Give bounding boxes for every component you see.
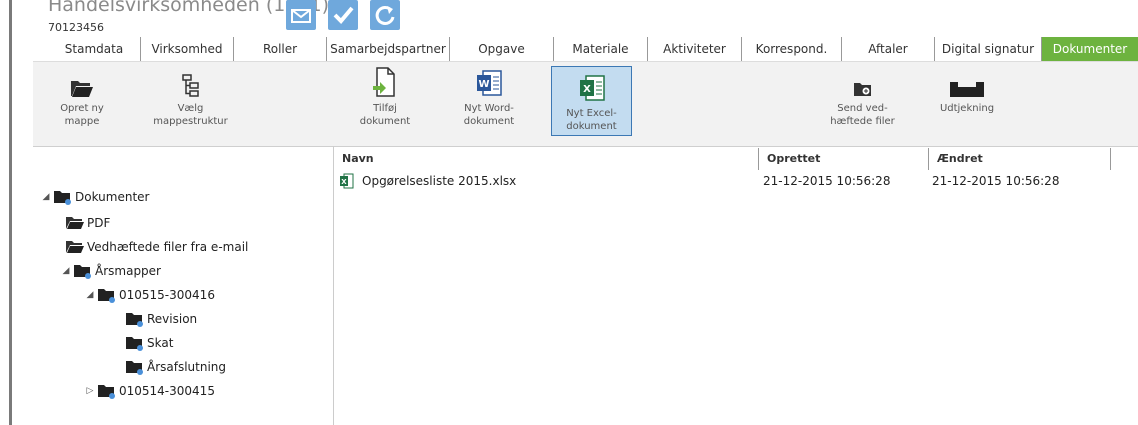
excel-icon: X bbox=[552, 67, 631, 103]
tab-samarbejdspartner[interactable]: Samarbejdspartner bbox=[327, 37, 450, 61]
folder-tree: ◢ Dokumenter PDF Vedhæftede filer fra e-… bbox=[33, 146, 334, 425]
tree-node-arsafslutning[interactable]: Årsafslutning bbox=[125, 356, 226, 378]
add-document-label-1: Tilføj bbox=[373, 103, 397, 114]
tree-node-dokumenter[interactable]: ◢ Dokumenter bbox=[39, 186, 149, 208]
tree-node-period2[interactable]: ▷ 010514-300415 bbox=[83, 380, 215, 402]
checkmark-icon[interactable] bbox=[328, 0, 358, 30]
cell-name: X Opgørelsesliste 2015.xlsx bbox=[340, 170, 755, 192]
excel-file-icon: X bbox=[340, 173, 354, 189]
tree-node-pdf[interactable]: PDF bbox=[65, 212, 110, 234]
choose-structure-label-2: mappestruktur bbox=[153, 116, 228, 127]
tab-materiale[interactable]: Materiale bbox=[554, 37, 648, 61]
add-document-button[interactable]: Tilføj dokument bbox=[349, 62, 421, 138]
new-excel-button[interactable]: X Nyt Excel- dokument bbox=[551, 66, 632, 136]
folder-icon bbox=[126, 337, 143, 351]
collapse-icon[interactable]: ◢ bbox=[39, 186, 53, 208]
tree-label-pdf: PDF bbox=[87, 216, 111, 230]
document-grid: Navn Oprettet Ændret X Opgørelsesliste 2… bbox=[334, 146, 1138, 425]
tree-label-period1: 010515-300416 bbox=[119, 288, 215, 302]
tab-dokumenter[interactable]: Dokumenter bbox=[1042, 37, 1138, 68]
folder-open-icon bbox=[66, 217, 84, 229]
tree-label-period2: 010514-300415 bbox=[119, 384, 215, 398]
column-header-created[interactable]: Oprettet bbox=[759, 148, 929, 170]
tree-node-period1[interactable]: ◢ 010515-300416 bbox=[83, 284, 215, 306]
cell-created: 21-12-2015 10:56:28 bbox=[763, 174, 891, 188]
collapse-icon[interactable]: ◢ bbox=[59, 260, 73, 282]
tab-roller[interactable]: Roller bbox=[234, 37, 327, 61]
add-document-label-2: dokument bbox=[359, 116, 411, 127]
tab-aftaler[interactable]: Aftaler bbox=[842, 37, 935, 61]
column-header-modified[interactable]: Ændret bbox=[929, 148, 1111, 170]
send-attached-label-1: Send ved- bbox=[837, 103, 888, 114]
column-header-name[interactable]: Navn bbox=[334, 148, 759, 170]
tree-node-skat[interactable]: Skat bbox=[125, 332, 173, 354]
choose-structure-button[interactable]: Vælg mappestruktur bbox=[143, 62, 238, 138]
folder-open-icon bbox=[47, 62, 117, 98]
new-word-label-2: dokument bbox=[463, 116, 515, 127]
tree-node-arsmapper[interactable]: ◢ Årsmapper bbox=[59, 260, 161, 282]
collapse-icon[interactable]: ◢ bbox=[83, 284, 97, 306]
tree-node-email[interactable]: Vedhæftede filer fra e-mail bbox=[65, 236, 248, 258]
new-folder-button[interactable]: Opret ny mappe bbox=[47, 62, 117, 138]
folder-open-icon bbox=[66, 241, 84, 253]
new-folder-label-2: mappe bbox=[64, 116, 100, 127]
expand-icon[interactable]: ▷ bbox=[83, 380, 97, 402]
send-files-icon bbox=[815, 62, 910, 98]
folder-icon bbox=[98, 385, 115, 399]
tree-label-email: Vedhæftede filer fra e-mail bbox=[87, 240, 249, 254]
word-icon: W bbox=[451, 62, 527, 98]
send-attached-button[interactable]: Send ved- hæftede filer bbox=[815, 62, 910, 138]
mail-icon[interactable] bbox=[286, 0, 316, 30]
new-excel-label-2: dokument bbox=[566, 121, 617, 132]
svg-text:X: X bbox=[583, 84, 591, 95]
tree-node-revision[interactable]: Revision bbox=[125, 308, 197, 330]
tree-label-revision: Revision bbox=[147, 312, 198, 326]
checkout-button[interactable]: Udtjekning bbox=[927, 62, 1007, 138]
tab-korrespond[interactable]: Korrespond. bbox=[742, 37, 842, 61]
window-left-border bbox=[9, 0, 12, 425]
new-word-button[interactable]: W Nyt Word- dokument bbox=[451, 62, 527, 138]
file-name: Opgørelsesliste 2015.xlsx bbox=[362, 174, 517, 188]
tab-opgave[interactable]: Opgave bbox=[450, 37, 554, 61]
tree-label-dokumenter: Dokumenter bbox=[75, 190, 150, 204]
svg-text:W: W bbox=[478, 79, 489, 90]
tab-digital-signatur[interactable]: Digital signatur bbox=[935, 37, 1042, 61]
company-id: 70123456 bbox=[48, 21, 104, 34]
send-attached-label-2: hæftede filer bbox=[830, 116, 895, 127]
tree-label-skat: Skat bbox=[147, 336, 174, 350]
refresh-icon[interactable] bbox=[370, 0, 400, 30]
tab-bar: Stamdata Virksomhed Roller Samarbejdspar… bbox=[48, 37, 1138, 68]
cell-modified: 21-12-2015 10:56:28 bbox=[932, 174, 1060, 188]
svg-text:X: X bbox=[341, 178, 347, 186]
ribbon-toolbar: Opret ny mappe Vælg mappestruktur Tilføj… bbox=[33, 61, 1138, 147]
folder-icon bbox=[54, 191, 71, 205]
folder-icon bbox=[126, 361, 143, 375]
checkout-tray-icon bbox=[927, 62, 1007, 98]
new-excel-label-1: Nyt Excel- bbox=[566, 108, 617, 119]
checkout-label: Udtjekning bbox=[939, 103, 995, 114]
tree-label-arsafslutning: Årsafslutning bbox=[147, 360, 227, 374]
tree-label-arsmapper: Årsmapper bbox=[95, 264, 161, 278]
tree-structure-icon bbox=[143, 62, 238, 98]
new-word-label-1: Nyt Word- bbox=[464, 103, 514, 114]
tab-virksomhed[interactable]: Virksomhed bbox=[141, 37, 234, 61]
choose-structure-label-1: Vælg bbox=[177, 103, 204, 114]
folder-icon bbox=[74, 265, 91, 279]
folder-icon bbox=[98, 289, 115, 303]
tab-aktiviteter[interactable]: Aktiviteter bbox=[648, 37, 742, 61]
add-document-icon bbox=[349, 62, 421, 98]
folder-icon bbox=[126, 313, 143, 327]
tab-stamdata[interactable]: Stamdata bbox=[48, 37, 141, 61]
new-folder-label-1: Opret ny bbox=[60, 103, 104, 114]
